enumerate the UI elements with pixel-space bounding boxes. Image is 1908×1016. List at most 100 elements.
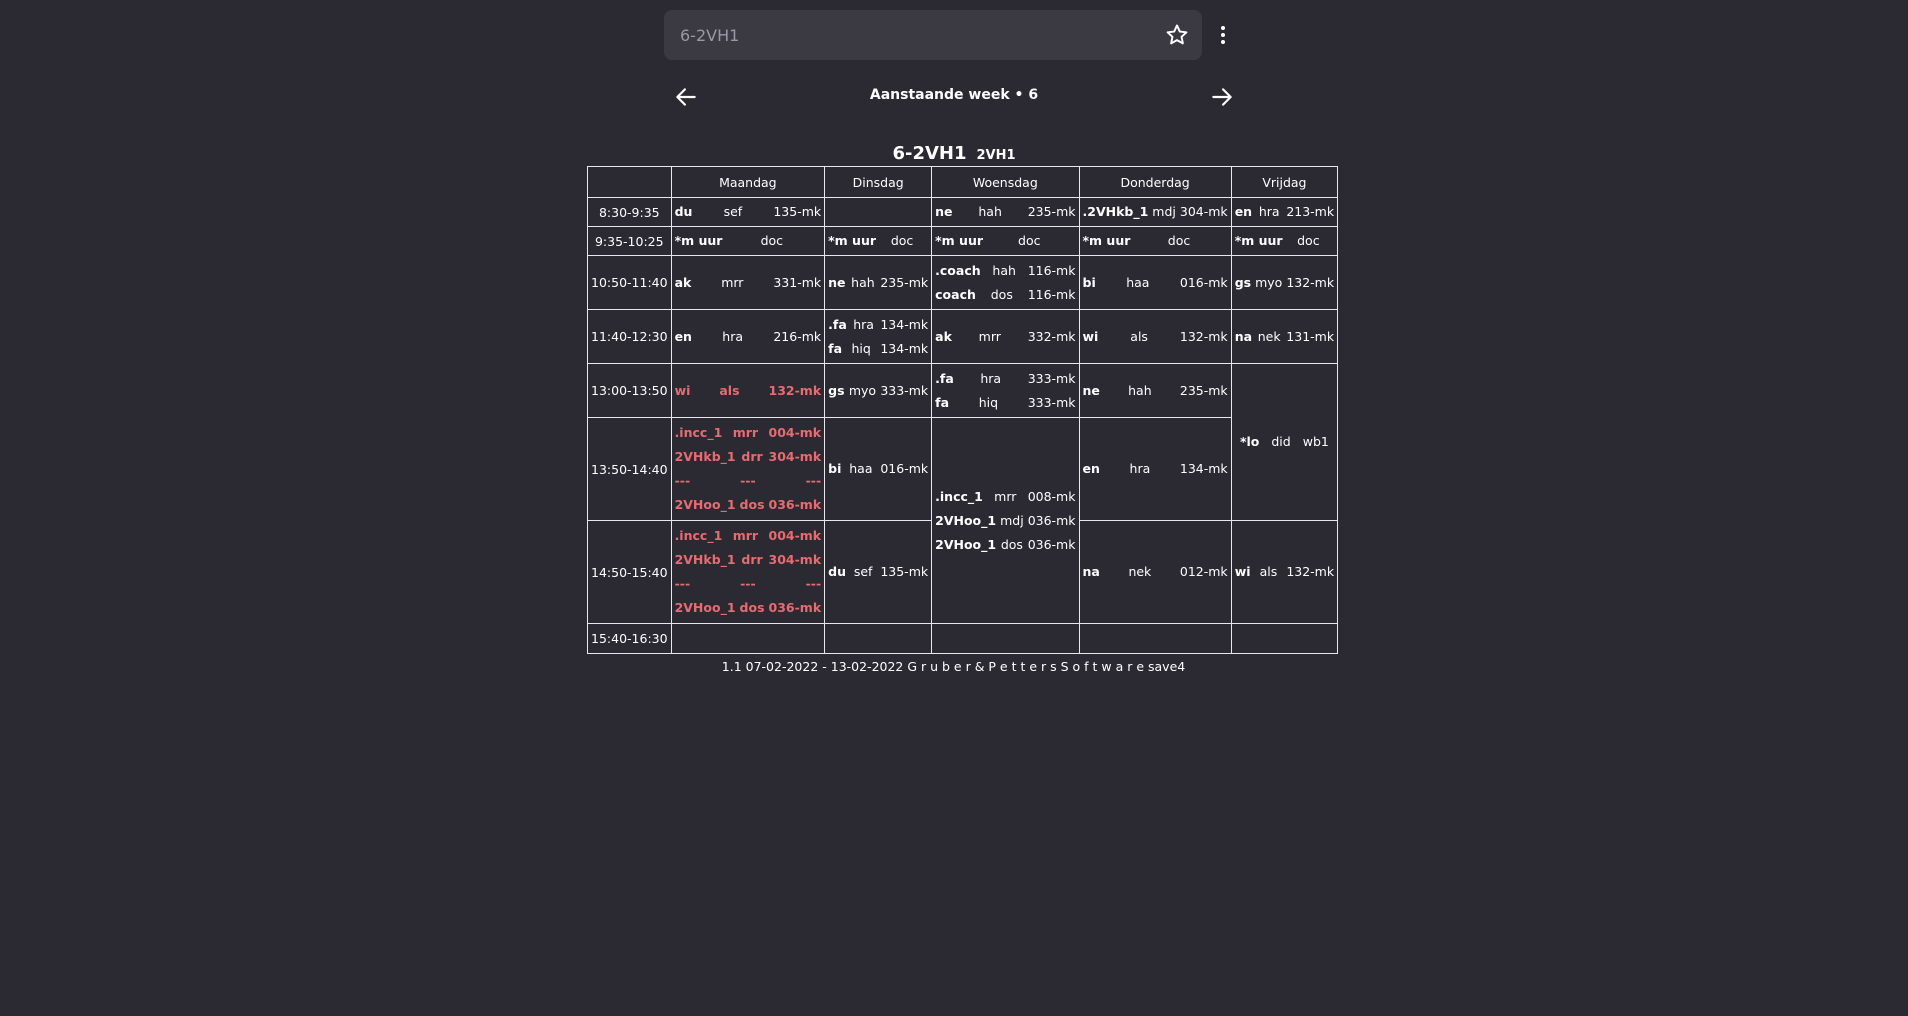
lesson-cell[interactable]: .coach hah 116-mk coach dos 116-mk (931, 255, 1080, 310)
lesson-cell[interactable]: *lo did wb1 (1230, 363, 1339, 521)
lesson-cell[interactable]: bi haa 016-mk (1078, 255, 1232, 310)
more-vert-icon[interactable] (1212, 22, 1234, 48)
lesson-cell[interactable]: en hra 134-mk (1078, 417, 1232, 521)
day-header: Vrijdag (1230, 166, 1339, 198)
lesson-teacher: doc (1297, 233, 1320, 248)
lesson-cell[interactable] (931, 623, 1080, 654)
lesson-room: 132-mk (1179, 328, 1228, 344)
lesson-teacher: haa (1126, 274, 1150, 290)
lesson-cell[interactable]: *m uur doc (1078, 226, 1232, 256)
lesson-subject: .incc_1 (674, 528, 723, 543)
lesson-subject: coach (935, 286, 976, 302)
lesson-room: 132-mk (1286, 274, 1335, 290)
lesson-subject: na (1234, 328, 1253, 344)
lesson-cell[interactable]: *m uur doc (1230, 226, 1339, 256)
lesson-subject: bi (1082, 274, 1096, 290)
lesson-cell[interactable]: en hra 216-mk (670, 309, 826, 364)
lesson-entry: *m uur doc (1083, 229, 1228, 253)
lesson-cell[interactable]: ne hah 235-mk (824, 255, 933, 310)
lesson-cell[interactable]: ne hah 235-mk (1078, 363, 1232, 418)
lesson-cell[interactable]: .incc_1 mrr 008-mk 2VHoo_1 mdj 036-mk 2VHoo_1 d… (931, 417, 1080, 624)
lesson-teacher: als (719, 382, 740, 398)
arrow-left-icon[interactable] (673, 84, 699, 110)
lesson-entry: en hra 213-mk (1235, 200, 1334, 224)
lesson-cell[interactable]: .incc_1 mrr 004-mk 2VHkb_1 drr 304-mk --- --- --… (670, 417, 826, 521)
lesson-room: 333-mk (1027, 394, 1076, 410)
search-bar (664, 10, 1202, 60)
lesson-cell[interactable]: .fa hra 333-mk fa hiq 333-mk (931, 363, 1080, 418)
lesson-room: 036-mk (1027, 536, 1076, 552)
lesson-subject: 2VHoo_1 (935, 536, 997, 552)
corner-cell (587, 166, 672, 198)
lesson-cell[interactable]: bi haa 016-mk (824, 417, 933, 521)
lesson-cell[interactable]: na nek 012-mk (1078, 520, 1232, 624)
lesson-subject: ak (674, 274, 692, 290)
lesson-entry: .2VHkb_1 mdj 304-mk (1083, 200, 1228, 224)
time-slot: 8:30-9:35 (587, 197, 672, 227)
lesson-subject: *m uur (828, 233, 877, 248)
lesson-subject: du (674, 204, 693, 219)
lesson-cell[interactable]: .incc_1 mrr 004-mk 2VHkb_1 drr 304-mk --- --- --… (670, 520, 826, 624)
lesson-cell[interactable]: wi als 132-mk (1230, 520, 1339, 624)
lesson-cell[interactable]: ak mrr 331-mk (670, 255, 826, 310)
lesson-cell[interactable]: *m uur doc (824, 226, 933, 256)
lesson-cell[interactable]: .fa hra 134-mk fa hiq 134-mk (824, 309, 933, 364)
lesson-cell[interactable] (1078, 623, 1232, 654)
lesson-cell[interactable]: ne hah 235-mk (931, 197, 1080, 227)
star-icon[interactable] (1164, 22, 1190, 48)
lesson-room: 235-mk (1179, 382, 1228, 398)
lesson-teacher: hra (1129, 461, 1151, 476)
lesson-teacher: hra (853, 316, 874, 332)
arrow-right-icon[interactable] (1209, 84, 1235, 110)
lesson-cell[interactable]: en hra 213-mk (1230, 197, 1339, 227)
lesson-entry: 2VHkb_1 drr 304-mk (675, 445, 822, 469)
lesson-cell[interactable] (670, 623, 826, 654)
lesson-cell[interactable]: .2VHkb_1 mdj 304-mk (1078, 197, 1232, 227)
lesson-cell[interactable]: ak mrr 332-mk (931, 309, 1080, 364)
lesson-room: 304-mk (768, 449, 822, 464)
lesson-teacher: mdj (1152, 204, 1176, 219)
lesson-cell[interactable]: gs myo 333-mk (824, 363, 933, 418)
lesson-cell[interactable] (824, 197, 933, 227)
day-header: Woensdag (931, 166, 1080, 198)
lesson-teacher: als (1130, 328, 1148, 344)
lesson-subject: .2VHkb_1 (1082, 204, 1149, 219)
lesson-subject: *m uur (1234, 233, 1283, 248)
lesson-cell[interactable]: du sef 135-mk (670, 197, 826, 227)
lesson-entry: fa hiq 333-mk (935, 391, 1075, 415)
lesson-cell[interactable]: wi als 132-mk (670, 363, 826, 418)
lesson-entry: ak mrr 332-mk (935, 325, 1075, 349)
lesson-room: 116-mk (1027, 262, 1076, 278)
lesson-cell[interactable]: du sef 135-mk (824, 520, 933, 624)
lesson-cell[interactable]: *m uur doc (931, 226, 1080, 256)
lesson-teacher: doc (760, 233, 784, 248)
time-slot: 13:50-14:40 (587, 417, 672, 521)
search-input[interactable] (680, 10, 1120, 60)
lesson-room: 235-mk (1027, 204, 1076, 219)
lesson-entry: ne hah 235-mk (935, 200, 1075, 224)
lesson-room: 213-mk (1286, 204, 1335, 219)
lesson-subject: .incc_1 (935, 488, 983, 504)
lesson-teacher: --- (740, 473, 756, 488)
lesson-cell[interactable]: wi als 132-mk (1078, 309, 1232, 364)
lesson-subject: ne (935, 204, 953, 219)
lesson-cell[interactable] (824, 623, 933, 654)
lesson-subject: 2VHoo_1 (674, 600, 736, 615)
lesson-cell[interactable]: na nek 131-mk (1230, 309, 1339, 364)
time-slot: 15:40-16:30 (587, 623, 672, 654)
lesson-teacher: hiq (978, 394, 999, 410)
lesson-subject: 2VHkb_1 (674, 552, 736, 567)
lesson-teacher: hra (1258, 204, 1280, 219)
lesson-entry: ne hah 235-mk (828, 271, 928, 295)
lesson-entry: wi als 132-mk (675, 379, 822, 403)
lesson-cell[interactable] (1230, 623, 1339, 654)
lesson-cell[interactable]: gs myo 132-mk (1230, 255, 1339, 310)
lesson-entry: bi haa 016-mk (828, 457, 928, 481)
lesson-teacher: mrr (978, 328, 1001, 344)
lesson-cell[interactable]: *m uur doc (670, 226, 826, 256)
lesson-entry: .incc_1 mrr 004-mk (675, 524, 822, 548)
lesson-entry: wi als 132-mk (1083, 325, 1228, 349)
lesson-entry: --- --- --- (675, 572, 822, 596)
lesson-teacher: mrr (732, 425, 759, 440)
lesson-subject: en (1234, 204, 1253, 219)
